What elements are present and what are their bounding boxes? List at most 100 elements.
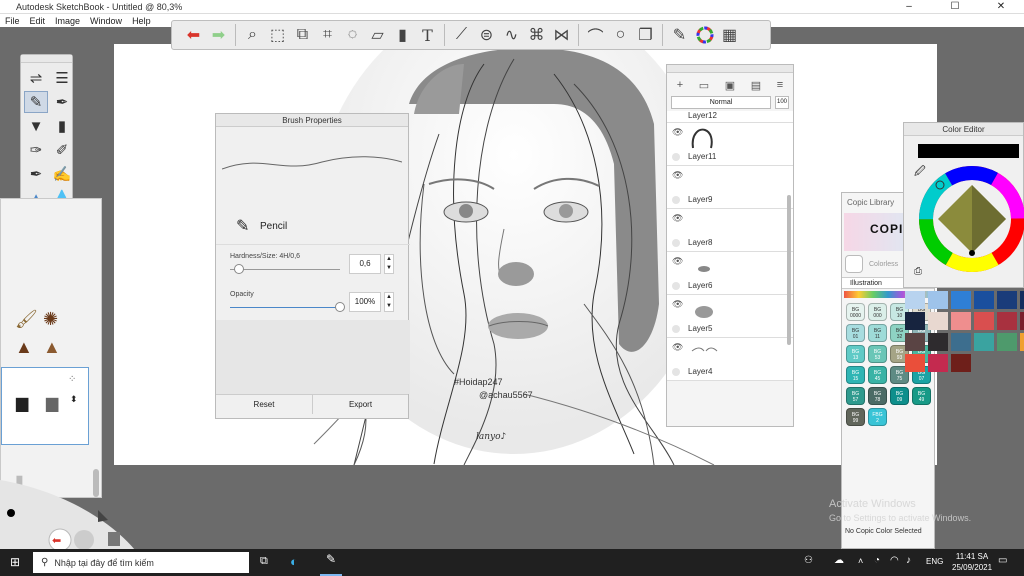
taskbar-search[interactable]: ⚲ Nhập tại đây để tìm kiếm bbox=[33, 552, 249, 573]
color-wheel[interactable] bbox=[910, 163, 1024, 273]
color-swatch[interactable] bbox=[974, 291, 994, 309]
calligraphy-brush-icon[interactable]: ✒ bbox=[24, 163, 48, 185]
ruler-icon[interactable]: ⟋ bbox=[450, 24, 473, 47]
task-view-icon[interactable]: ⧉ bbox=[260, 555, 268, 568]
layer-row[interactable]: 👁 Layer11 bbox=[667, 123, 793, 166]
hardness-slider-handle[interactable] bbox=[233, 264, 244, 274]
eye-icon[interactable]: 👁 bbox=[672, 170, 683, 181]
layer-row[interactable]: 👁 Layer9 bbox=[667, 166, 793, 209]
wifi-icon[interactable]: ◠ bbox=[890, 555, 899, 566]
pen-brush-icon[interactable]: ✒ bbox=[50, 91, 74, 113]
trash-icon[interactable]: ▤ bbox=[751, 79, 761, 92]
copic-marker[interactable]: FBG 2 bbox=[868, 408, 887, 426]
copic-marker[interactable]: BG 45 bbox=[868, 366, 887, 384]
volume-icon[interactable]: ♪ bbox=[906, 555, 911, 566]
edge-icon[interactable]: ◐ bbox=[290, 554, 298, 569]
color-swatch[interactable] bbox=[1020, 291, 1024, 309]
network-icon[interactable]: ◔ bbox=[874, 555, 880, 566]
layer-opacity-button[interactable]: 100 bbox=[775, 96, 789, 109]
marker-brush-icon[interactable]: ▼ bbox=[24, 115, 48, 137]
stroke-icon[interactable]: ⌒ bbox=[584, 24, 607, 47]
layer-scrollbar[interactable] bbox=[787, 195, 791, 345]
undo-icon[interactable]: ⬅ bbox=[182, 24, 205, 47]
ellipse-icon[interactable]: ⊜ bbox=[475, 24, 498, 47]
current-color-swatch[interactable] bbox=[918, 144, 1019, 158]
hardness-value-field[interactable]: 0,6 bbox=[349, 254, 381, 274]
menu-edit[interactable]: Edit bbox=[25, 16, 51, 26]
text-icon[interactable]: T bbox=[416, 24, 439, 47]
copic-marker[interactable]: BG 13 bbox=[846, 345, 865, 363]
copic-marker[interactable]: BG 49 bbox=[912, 387, 931, 405]
list-icon[interactable]: ☰ bbox=[50, 67, 74, 89]
menu-help[interactable]: Help bbox=[127, 16, 156, 26]
clock[interactable]: 11:41 SA 25/09/2021 bbox=[952, 551, 992, 573]
color-swatch[interactable] bbox=[997, 291, 1017, 309]
people-icon[interactable]: ⚇ bbox=[804, 555, 813, 566]
scroll-arrows-icon[interactable]: ⬍ bbox=[70, 394, 78, 405]
select-icon[interactable]: ⬚ bbox=[266, 24, 289, 47]
hardness-stepper[interactable]: ▲ ▼ bbox=[384, 254, 394, 274]
crop-icon[interactable]: ⌗ bbox=[316, 24, 339, 47]
hardness-slider[interactable] bbox=[230, 269, 340, 270]
copic-marker[interactable]: BG 09 bbox=[890, 387, 909, 405]
transform-icon[interactable]: ⧉ bbox=[291, 24, 314, 47]
zoom-icon[interactable]: ⌕ bbox=[241, 24, 264, 47]
color-swatch[interactable] bbox=[928, 354, 948, 372]
copic-marker[interactable]: BG 11 bbox=[868, 324, 887, 342]
eye-icon[interactable]: 👁 bbox=[672, 127, 683, 138]
folder-icon[interactable]: ▭ bbox=[699, 79, 709, 92]
close-button[interactable]: ✕ bbox=[978, 0, 1024, 14]
color-swatch[interactable] bbox=[997, 333, 1017, 351]
color-swatch[interactable] bbox=[951, 312, 971, 330]
paintbrush-icon[interactable]: 🖌 bbox=[15, 309, 38, 330]
palette-icon[interactable]: ▦ bbox=[718, 24, 741, 47]
layer-row[interactable]: 👁 Layer4 bbox=[667, 338, 793, 381]
flat-brush-icon[interactable]: ▲ bbox=[43, 337, 61, 358]
color-swatch[interactable] bbox=[905, 354, 925, 372]
block-eraser-icon[interactable]: ▆ bbox=[16, 393, 28, 413]
eraser-set[interactable]: ▆ ▆ ⁘ ⬍ bbox=[1, 367, 89, 445]
color-swatch[interactable] bbox=[997, 312, 1017, 330]
sketchbook-taskbar-icon[interactable]: ✎ bbox=[320, 552, 342, 576]
color-swatch[interactable] bbox=[951, 291, 971, 309]
colorless-blender-button[interactable] bbox=[845, 255, 863, 273]
chevron-up-icon[interactable]: ˄ bbox=[858, 556, 863, 566]
brush-library-icon[interactable]: ✎ bbox=[668, 24, 691, 47]
grid-icon[interactable]: ⌘ bbox=[525, 24, 548, 47]
copic-marker[interactable]: BG 0000 bbox=[846, 303, 865, 321]
copic-marker[interactable]: BG 53 bbox=[868, 345, 887, 363]
color-swatch[interactable] bbox=[951, 333, 971, 351]
round-brush-icon[interactable]: ▲ bbox=[15, 337, 33, 358]
copic-marker[interactable]: BG 78 bbox=[868, 387, 887, 405]
menu-window[interactable]: Window bbox=[85, 16, 127, 26]
color-swatch[interactable] bbox=[951, 354, 971, 372]
color-swatch[interactable] bbox=[928, 312, 948, 330]
layer-row[interactable]: 👁 Layer6 bbox=[667, 252, 793, 295]
color-wheel-icon[interactable] bbox=[693, 24, 716, 47]
copic-marker[interactable]: BG 000 bbox=[868, 303, 887, 321]
reset-button[interactable]: Reset bbox=[216, 394, 313, 414]
eye-icon[interactable]: 👁 bbox=[672, 256, 683, 267]
redo-icon[interactable]: ➡ bbox=[207, 24, 230, 47]
minimize-button[interactable]: – bbox=[886, 0, 932, 14]
layer-row[interactable]: 👁 Layer8 bbox=[667, 209, 793, 252]
circle-icon[interactable]: ○ bbox=[609, 24, 632, 47]
chisel-brush-icon[interactable]: ▮ bbox=[50, 115, 74, 137]
pencil-brush-icon[interactable]: ✎ bbox=[24, 91, 48, 113]
color-swatch[interactable] bbox=[974, 312, 994, 330]
menu-file[interactable]: File bbox=[0, 16, 25, 26]
color-swatch[interactable] bbox=[905, 291, 925, 309]
notification-icon[interactable]: ▭ bbox=[998, 555, 1007, 566]
opacity-value-field[interactable]: 100% bbox=[349, 292, 381, 312]
add-layer-icon[interactable]: + bbox=[677, 79, 683, 92]
windows-start-icon[interactable]: ⊞ bbox=[10, 555, 20, 569]
color-swatch[interactable] bbox=[928, 291, 948, 309]
copic-marker[interactable]: BG 57 bbox=[846, 387, 865, 405]
brushpen-brush-icon[interactable]: ✍ bbox=[50, 163, 74, 185]
perspective-icon[interactable]: ▱ bbox=[366, 24, 389, 47]
copic-marker[interactable]: BG 99 bbox=[846, 408, 865, 426]
copic-marker[interactable]: BG 01 bbox=[846, 324, 865, 342]
weather-icon[interactable]: ☁ bbox=[834, 555, 844, 566]
menu-image[interactable]: Image bbox=[50, 16, 85, 26]
fan-brush-icon[interactable]: ✺ bbox=[43, 309, 58, 330]
